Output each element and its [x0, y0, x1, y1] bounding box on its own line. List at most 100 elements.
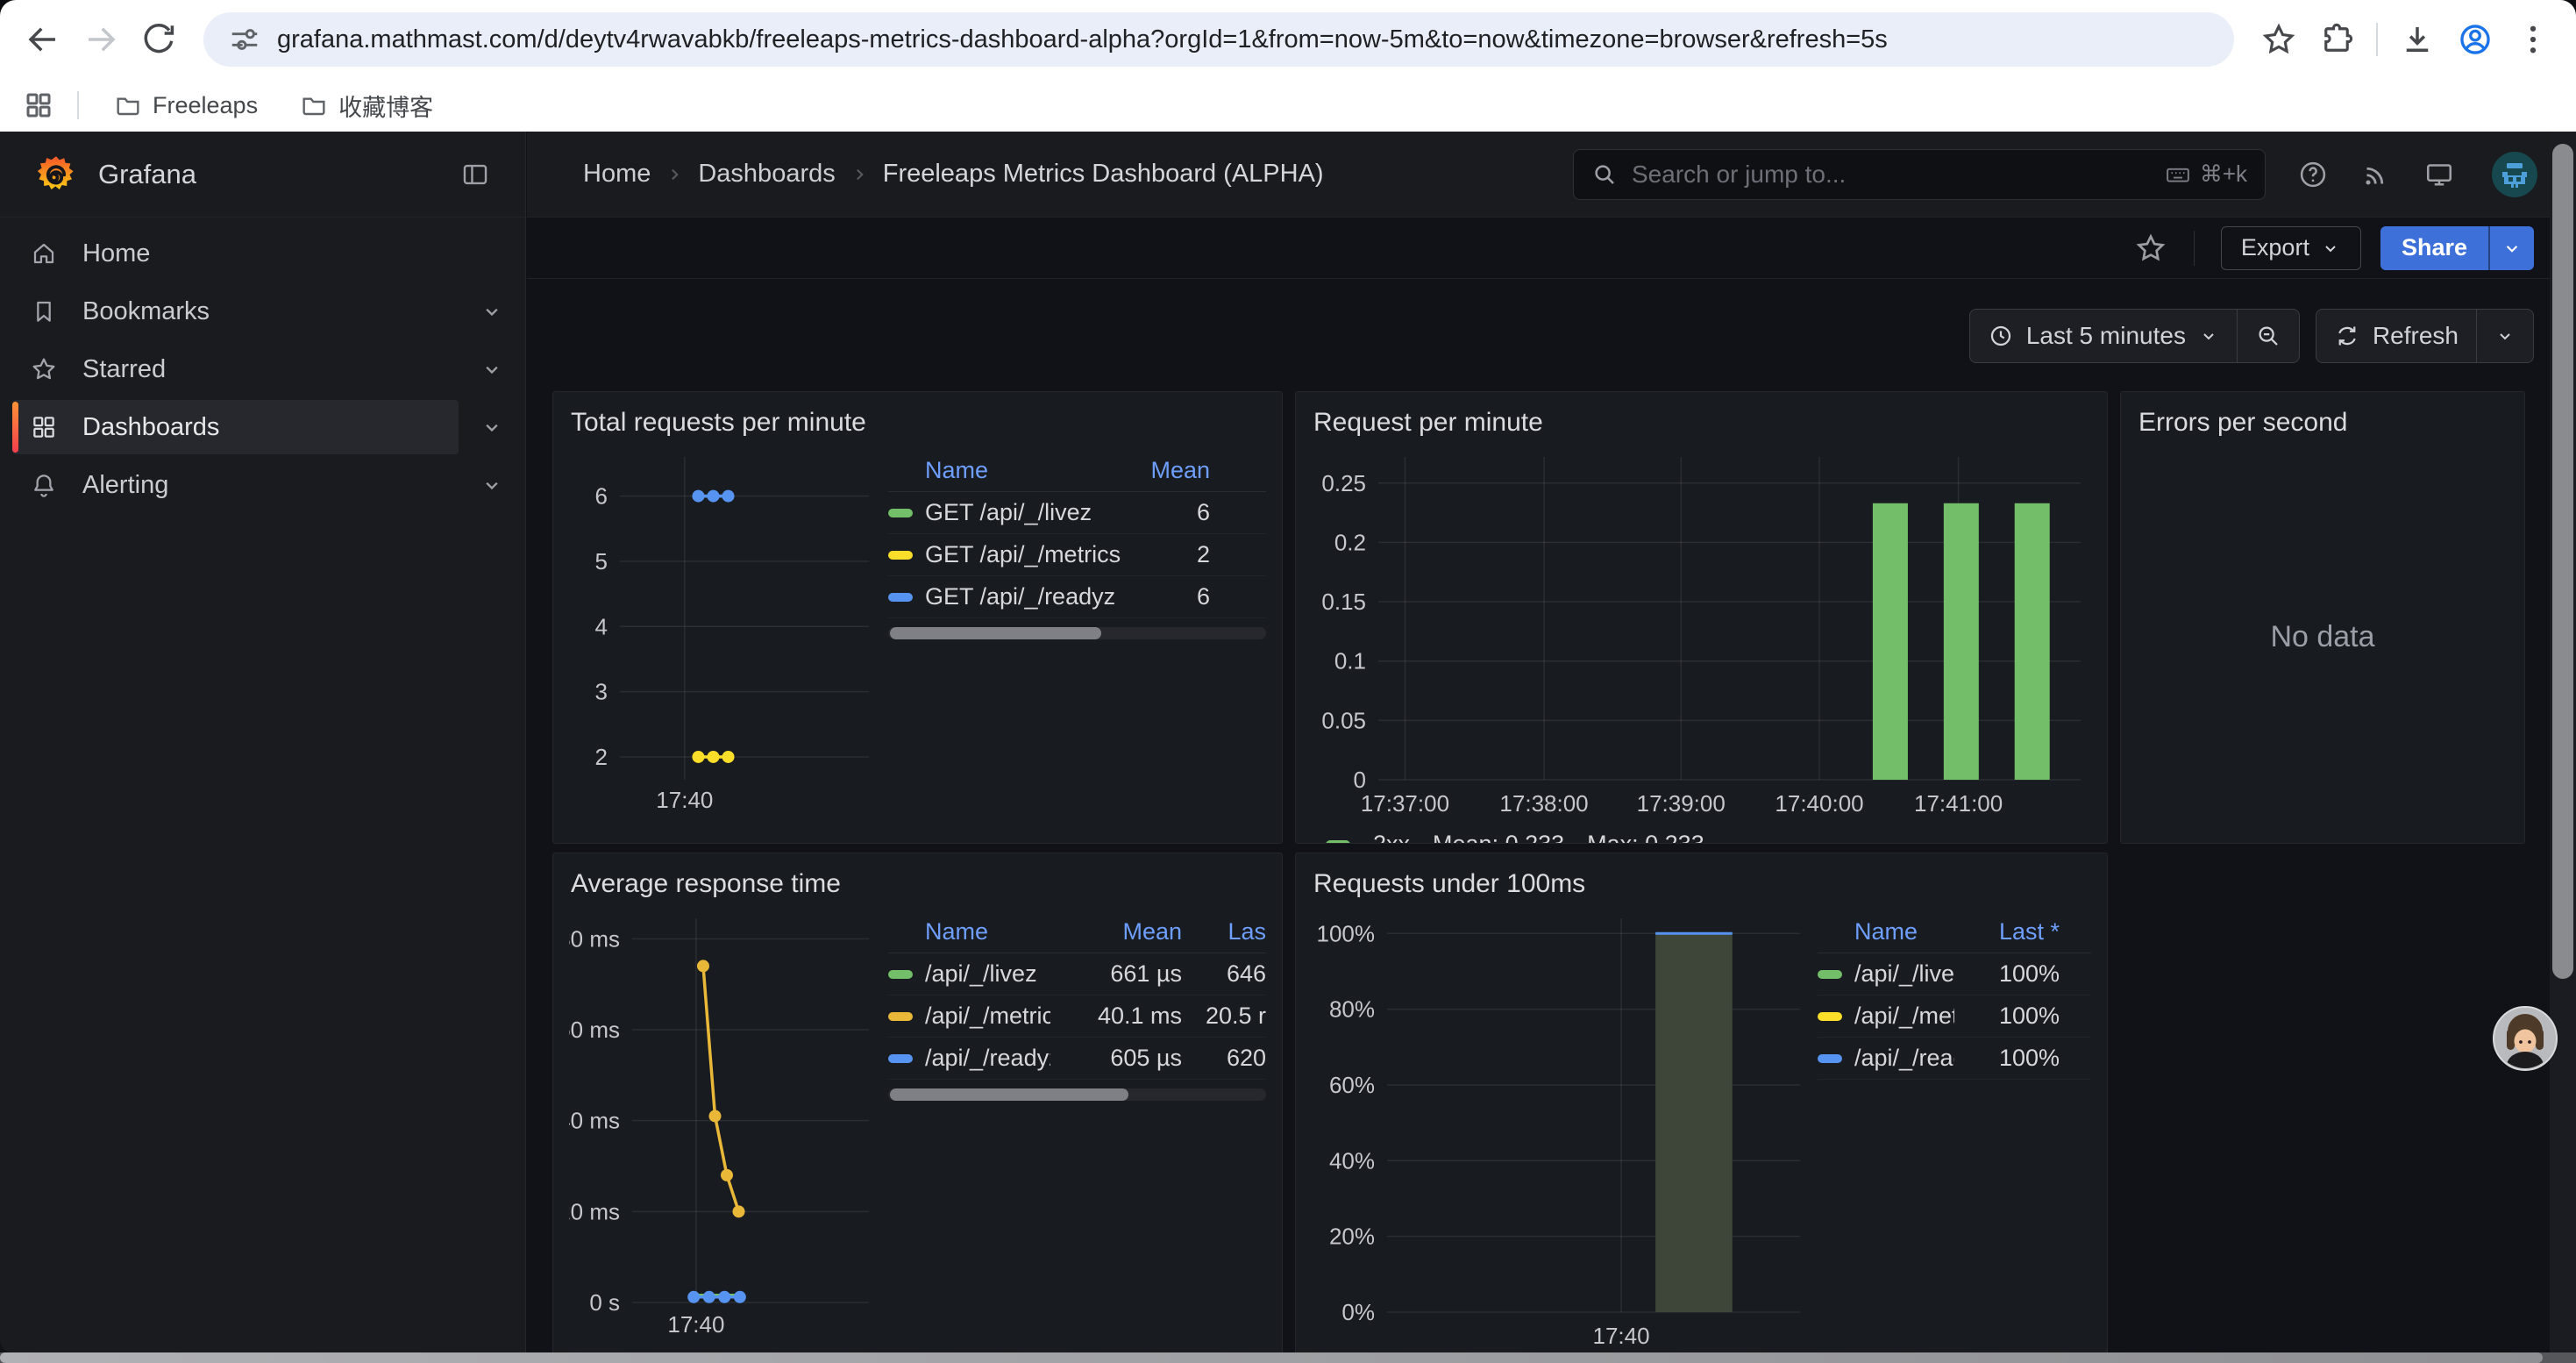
- time-range-picker[interactable]: Last 5 minutes: [1970, 310, 2237, 362]
- grafana-app: Grafana HomeBookmarksStarredDashboardsAl…: [0, 132, 2576, 1363]
- profile-icon[interactable]: [2450, 14, 2501, 65]
- sidebar-item-dashboards[interactable]: Dashboards: [0, 398, 525, 456]
- legend-scrollbar[interactable]: [888, 627, 1266, 639]
- chevron-right-icon: [663, 163, 686, 186]
- chevron-down-icon[interactable]: [459, 415, 525, 439]
- panel-title[interactable]: Request per minute: [1312, 403, 2091, 448]
- legend-row[interactable]: GET /api/_/metrics2: [888, 534, 1266, 576]
- extensions-icon[interactable]: [2311, 14, 2362, 65]
- legend-scrollbar[interactable]: [888, 1088, 1266, 1101]
- monitor-icon[interactable]: [2423, 159, 2455, 190]
- panel-title[interactable]: Requests under 100ms: [1312, 864, 2091, 910]
- download-icon[interactable]: [2392, 14, 2443, 65]
- legend-scrollbar-thumb[interactable]: [890, 627, 1101, 639]
- toolbar-divider: [2376, 23, 2378, 56]
- refresh-button[interactable]: Refresh: [2316, 310, 2476, 362]
- breadcrumb-item[interactable]: Home: [583, 160, 651, 189]
- legend-inline[interactable]: 2xx Mean: 0.233 Max: 0.233: [1312, 831, 2091, 844]
- series-color-pill[interactable]: [1818, 1012, 1842, 1021]
- panel-average-response-time: Average response time 0 s20 ms40 ms60 ms…: [552, 853, 1283, 1363]
- floating-assistant-avatar[interactable]: [2493, 1006, 2558, 1071]
- panel-title[interactable]: Total requests per minute: [569, 403, 1266, 448]
- bookmark-folder-blogs[interactable]: 收藏博客: [288, 83, 445, 128]
- chevron-down-icon: [2501, 237, 2523, 260]
- bookmark-star-icon[interactable]: [2253, 14, 2304, 65]
- breadcrumb: HomeDashboardsFreeleaps Metrics Dashboar…: [583, 160, 1324, 189]
- series-color-pill[interactable]: [888, 593, 913, 602]
- legend-row[interactable]: /api/_/livez661 µs646: [888, 953, 1266, 995]
- vertical-scrollbar[interactable]: [2550, 132, 2576, 1352]
- news-rss-icon[interactable]: [2360, 159, 2392, 190]
- reload-icon[interactable]: [133, 14, 184, 65]
- site-settings-icon[interactable]: [228, 23, 261, 56]
- legend-row[interactable]: /api/_/metrics40.1 ms20.5 r: [888, 995, 1266, 1038]
- chevron-down-icon[interactable]: [459, 357, 525, 382]
- legend-row[interactable]: GET /api/_/livez6: [888, 492, 1266, 534]
- series-color-pill[interactable]: [888, 970, 913, 979]
- legend-series-name: GET /api/_/metrics: [888, 541, 1136, 568]
- export-button[interactable]: Export: [2221, 226, 2361, 270]
- series-name: 2xx: [1373, 831, 1410, 844]
- legend-scrollbar-thumb[interactable]: [890, 1088, 1128, 1101]
- svg-text:17:40: 17:40: [656, 787, 713, 813]
- series-mean: Mean: 0.233: [1433, 831, 1564, 844]
- legend-series-name: GET /api/_/livez: [888, 499, 1136, 526]
- legend-row[interactable]: /api/_/readyz100%: [1818, 1038, 2091, 1080]
- series-color-pill[interactable]: [888, 1054, 913, 1063]
- browser-menu-icon[interactable]: [2508, 14, 2558, 65]
- zoom-out-button[interactable]: [2237, 310, 2299, 362]
- url-bar[interactable]: grafana.mathmast.com/d/deytv4rwavabkb/fr…: [203, 12, 2234, 67]
- help-icon[interactable]: [2297, 159, 2329, 190]
- series-color-pill[interactable]: [888, 551, 913, 560]
- bar-chart[interactable]: 00.050.10.150.20.2517:37:0017:38:0017:39…: [1312, 448, 2093, 820]
- favorite-star-icon[interactable]: [2134, 232, 2167, 265]
- legend-header-row: NameLast *: [1818, 911, 2091, 953]
- apps-grid-icon[interactable]: [23, 89, 54, 121]
- legend-value: 2: [1136, 541, 1210, 568]
- legend-row[interactable]: /api/_/readyz605 µs620: [888, 1038, 1266, 1080]
- panel-title[interactable]: Errors per second: [2137, 403, 2508, 448]
- share-dropdown-button[interactable]: [2488, 226, 2534, 270]
- chevron-down-icon[interactable]: [459, 299, 525, 324]
- svg-text:6: 6: [595, 483, 608, 510]
- dock-sidebar-icon[interactable]: [460, 160, 490, 189]
- legend-header-name: Name: [888, 918, 1050, 946]
- legend-value: 661 µs: [1050, 960, 1182, 988]
- vertical-scrollbar-thumb[interactable]: [2552, 144, 2573, 979]
- legend-row[interactable]: GET /api/_/readyz6: [888, 576, 1266, 618]
- grafana-logo-icon: [35, 153, 77, 196]
- panel-title[interactable]: Average response time: [569, 864, 1266, 910]
- refresh-icon: [2334, 323, 2360, 349]
- breadcrumb-item[interactable]: Dashboards: [698, 160, 835, 189]
- share-button[interactable]: Share: [2380, 226, 2488, 270]
- series-color-pill[interactable]: [1818, 970, 1842, 979]
- bookmark-folder-freeleaps[interactable]: Freeleaps: [102, 86, 270, 125]
- sidebar-item-home[interactable]: Home: [0, 225, 525, 282]
- legend-header-mean: Mean: [1136, 457, 1210, 484]
- legend-row[interactable]: /api/_/livez100%: [1818, 953, 2091, 995]
- sidebar-item-alerting[interactable]: Alerting: [0, 456, 525, 514]
- refresh-interval-dropdown[interactable]: [2476, 310, 2533, 362]
- search-input[interactable]: [1632, 161, 2151, 189]
- back-icon[interactable]: [18, 14, 68, 65]
- legend-series-name: /api/_/readyz: [888, 1045, 1050, 1072]
- forward-icon[interactable]: [75, 14, 126, 65]
- svg-text:0%: 0%: [1341, 1299, 1375, 1325]
- series-color-pill[interactable]: [888, 1012, 913, 1021]
- legend-header-row: NameMean: [888, 450, 1266, 492]
- legend-row[interactable]: /api/_/metrics100%: [1818, 995, 2091, 1038]
- chevron-down-icon[interactable]: [459, 473, 525, 497]
- svg-text:20%: 20%: [1329, 1224, 1375, 1250]
- time-series-chart[interactable]: 2345617:40: [569, 448, 879, 817]
- horizontal-scrollbar-thumb[interactable]: [0, 1352, 2543, 1363]
- dashboard-actions-bar: Export Share: [527, 218, 2576, 279]
- time-series-chart[interactable]: 0 s20 ms40 ms60 ms80 ms17:40: [569, 910, 879, 1341]
- search-box[interactable]: ⌘+k: [1573, 149, 2266, 200]
- user-avatar[interactable]: [2492, 152, 2537, 197]
- sidebar-item-bookmarks[interactable]: Bookmarks: [0, 282, 525, 340]
- sidebar-item-starred[interactable]: Starred: [0, 340, 525, 398]
- horizontal-scrollbar[interactable]: [0, 1352, 2576, 1363]
- area-chart[interactable]: 0%20%40%60%80%100%17:40: [1312, 910, 1809, 1352]
- series-color-pill[interactable]: [1818, 1054, 1842, 1063]
- series-color-pill[interactable]: [888, 509, 913, 517]
